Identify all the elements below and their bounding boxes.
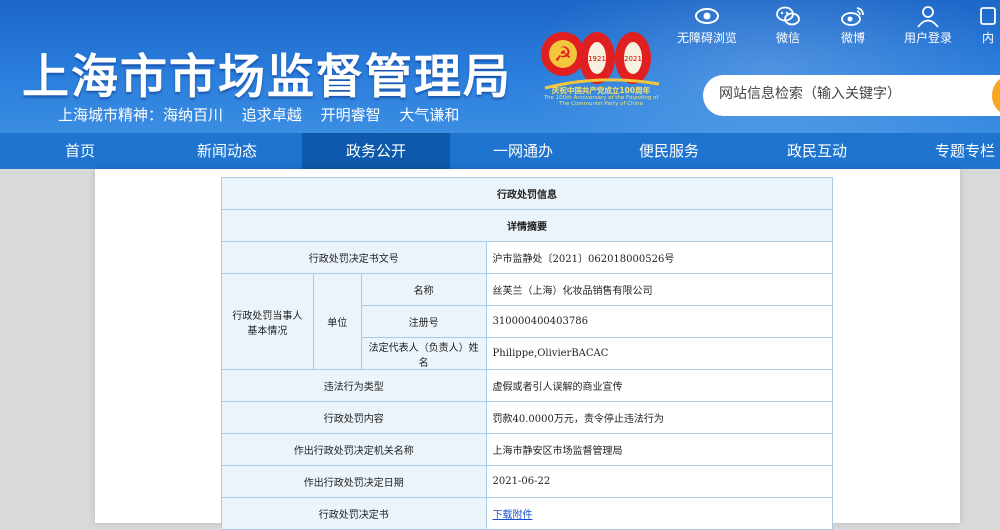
main-nav: 首页 新闻动态 政务公开 一网通办 便民服务 政民互动 专题专栏 — [0, 133, 1000, 169]
decision-date-value: 2021-06-22 — [485, 465, 834, 498]
svg-text:☭: ☭ — [554, 42, 572, 66]
violation-type-value: 虚假或者引人误解的商业宣传 — [485, 369, 834, 402]
nav-interaction[interactable]: 政民互动 — [742, 133, 892, 169]
weibo-icon — [841, 7, 864, 26]
company-name-value: 丝芙兰（上海）化妆品销售有限公司 — [485, 273, 834, 306]
logo-caption: 庆祝中国共产党成立100周年 The 100th Anniversary of … — [540, 86, 662, 108]
wechat-icon — [776, 6, 800, 26]
download-attachment-link[interactable]: 下载附件 — [493, 510, 533, 521]
search-box — [703, 75, 1000, 116]
nav-online-services[interactable]: 一网通办 — [450, 133, 596, 169]
unit-label: 单位 — [312, 273, 362, 370]
decision-number-value: 沪市监静处〔2021〕062018000526号 — [485, 241, 834, 274]
nav-public-services[interactable]: 便民服务 — [596, 133, 742, 169]
city-slogan: 上海城市精神：海纳百川 追求卓越 开明睿智 大气谦和 — [58, 104, 473, 125]
intranet-button[interactable]: 内 — [968, 2, 1000, 46]
legal-representative-label: 法定代表人（负责人）姓名 — [360, 337, 487, 370]
party-info-label: 行政处罚当事人基本情况 — [221, 273, 314, 370]
decision-document-label: 行政处罚决定书 — [221, 497, 487, 530]
slogan-part: 追求卓越 — [241, 106, 302, 124]
slogan-part: 大气谦和 — [399, 106, 460, 124]
site-title[interactable]: 上海市市场监督管理局 — [22, 38, 512, 107]
site-header: 上海市市场监督管理局 上海城市精神：海纳百川 追求卓越 开明睿智 大气谦和 ☭ … — [0, 0, 1000, 133]
tool-label: 微博 — [840, 31, 865, 45]
company-name-label: 名称 — [360, 273, 487, 306]
authority-label: 作出行政处罚决定机关名称 — [221, 433, 487, 466]
penalty-content-label: 行政处罚内容 — [221, 401, 487, 434]
table-title: 行政处罚信息 — [221, 177, 833, 210]
eye-icon — [695, 8, 719, 24]
nav-home[interactable]: 首页 — [0, 133, 160, 169]
legal-representative-value: Philippe,OlivierBACAC — [485, 337, 834, 370]
registration-number-value: 310000400403786 — [485, 305, 834, 338]
penalty-content-value: 罚款40.0000万元，责令停止违法行为 — [485, 401, 834, 434]
logo-caption-cn: 庆祝中国共产党成立100周年 — [551, 86, 651, 95]
accessibility-button[interactable]: 无障碍浏览 — [672, 2, 742, 46]
user-login-button[interactable]: 用户登录 — [893, 2, 963, 46]
weibo-button[interactable]: 微博 — [818, 2, 888, 46]
penalty-info-table: 行政处罚信息 详情摘要 行政处罚决定书文号 沪市监静处〔2021〕0620180… — [221, 177, 834, 530]
authority-value: 上海市静安区市场监督管理局 — [485, 433, 834, 466]
table-summary-heading: 详情摘要 — [221, 209, 833, 242]
registration-number-label: 注册号 — [360, 305, 487, 338]
nav-government-affairs[interactable]: 政务公开 — [302, 133, 450, 169]
tool-label: 内 — [981, 31, 994, 45]
inner-icon — [980, 7, 996, 25]
user-icon — [917, 6, 939, 28]
tool-label: 微信 — [775, 31, 800, 45]
search-input[interactable] — [717, 85, 991, 103]
wechat-button[interactable]: 微信 — [753, 2, 823, 46]
decision-document-cell: 下载附件 — [485, 497, 834, 530]
decision-date-label: 作出行政处罚决定日期 — [221, 465, 487, 498]
violation-type-label: 违法行为类型 — [221, 369, 487, 402]
nav-news[interactable]: 新闻动态 — [153, 133, 301, 169]
decision-number-label: 行政处罚决定书文号 — [221, 241, 487, 274]
slogan-part: 开明睿智 — [320, 106, 381, 124]
logo-year-left: 1921 — [588, 55, 606, 63]
tool-label: 无障碍浏览 — [676, 31, 737, 45]
logo-year-right: 2021 — [624, 55, 642, 63]
nav-special-topics[interactable]: 专题专栏 — [892, 133, 1000, 169]
tool-label: 用户登录 — [903, 31, 952, 45]
logo-caption-en: The 100th Anniversary of the Founding of… — [543, 95, 659, 107]
slogan-part: 上海城市精神：海纳百川 — [58, 106, 224, 124]
